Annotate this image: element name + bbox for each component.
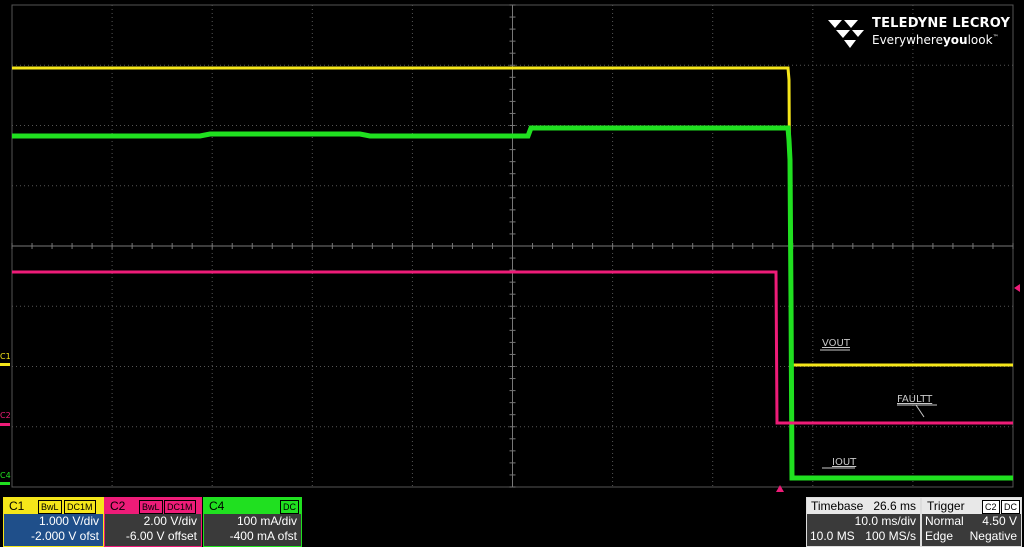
c2-header: C2 BwL DC1M [105,498,201,514]
trigger-header: Trigger C2 DC [922,498,1021,514]
teledyne-lecroy-logo: TELEDYNE LECROY Everywhereyoulook™ [826,16,1016,52]
c4-offset: -400 mA ofst [229,529,297,543]
c1-header: C1 BwL DC1M [4,498,103,514]
waveform-display[interactable]: TELEDYNE LECROY Everywhereyoulook™ C1 C2… [0,0,1024,497]
c1-offset-marker[interactable]: C1 [0,352,11,361]
c4-marker-bar [0,482,10,485]
c2-offset-marker[interactable]: C2 [0,411,11,420]
timebase-descriptor[interactable]: Timebase 26.6 ms 10.0 ms/div 10.0 MS 100 M… [806,497,921,547]
c4-scale: 100 mA/div [236,514,297,528]
c4-header: C4 DC [204,498,301,514]
trigger-type-slope: Edge Negative [925,529,1017,543]
c1-offset: -2.000 V ofst [30,529,99,543]
timebase-sampling: 10.0 MS 100 MS/s [810,529,916,543]
c2-scale: 2.00 V/div [143,514,197,528]
c2-bwl-tag: BwL [139,500,163,514]
c2-marker-bar [0,423,10,426]
trigger-mode-level: Normal 4.50 V [925,514,1017,528]
fault-leader-2 [915,404,925,418]
vout-label: VOUT [822,338,850,349]
trigger-coupling: DC [1001,500,1020,514]
c4-offset-marker[interactable]: C4 [0,471,11,480]
trigger-position-marker[interactable] [776,485,784,492]
c4-descriptor[interactable]: C4 DC 100 mA/div -400 mA ofst [203,497,302,547]
timebase-per-div: 10.0 ms/div [854,514,916,528]
graticule [11,4,1020,492]
trigger-descriptor[interactable]: Trigger C2 DC Normal 4.50 V Edge Negative [921,497,1022,547]
timebase-header: Timebase 26.6 ms [807,498,920,514]
timebase-delay: 26.6 ms [873,499,916,513]
c2-coupling-tag: DC1M [164,500,196,514]
c2-offset: -6.00 V offset [125,529,197,543]
c4-coupling-tag: DC [280,500,299,514]
brand-tagline: Everywhereyoulook™ [872,33,999,47]
c1-descriptor[interactable]: C1 BwL DC1M 1.000 V/div -2.000 V ofst [3,497,104,547]
status-bar: C1 BwL DC1M 1.000 V/div -2.000 V ofst C2… [0,497,1024,547]
c1-marker-bar [0,363,10,366]
c1-scale: 1.000 V/div [38,514,99,528]
lecroy-logo-icon [828,20,864,48]
iout-label: IOUT [832,457,857,468]
trigger-level-marker[interactable] [1014,284,1020,292]
c1-bwl-tag: BwL [38,500,62,514]
c1-coupling-tag: DC1M [64,500,96,514]
brand-name: TELEDYNE LECROY [872,16,1011,31]
fault-label: FAULTT [897,394,933,405]
c2-descriptor[interactable]: C2 BwL DC1M 2.00 V/div -6.00 V offset [104,497,202,547]
trigger-source: C2 [982,500,1000,514]
